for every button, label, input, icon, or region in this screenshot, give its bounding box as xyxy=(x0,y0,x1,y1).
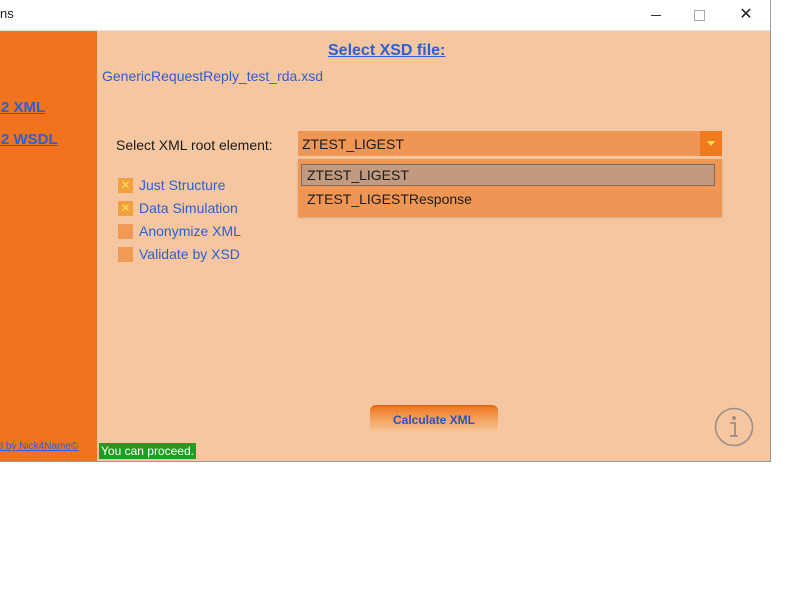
maximize-button[interactable] xyxy=(677,0,721,30)
option-validate-by-xsd[interactable]: Validate by XSD xyxy=(118,245,240,263)
chevron-down-icon xyxy=(707,141,715,146)
sidebar-link-xsd-to-wsdl[interactable]: D 2 WSDL xyxy=(0,131,58,148)
option-label: Anonymize XML xyxy=(139,223,241,239)
root-element-select[interactable]: ZTEST_LIGEST xyxy=(298,131,722,156)
minimize-button[interactable] xyxy=(634,0,678,30)
close-button[interactable]: ✕ xyxy=(724,0,768,30)
select-xsd-link[interactable]: Select XSD file: xyxy=(328,42,445,60)
status-message: You can proceed. xyxy=(99,443,196,459)
calculate-xml-button[interactable]: Calculate XML xyxy=(370,405,498,433)
xsd-file-name: GenericRequestReply_test_rda.xsd xyxy=(102,68,324,84)
checkbox[interactable] xyxy=(118,223,133,239)
window-title: ns xyxy=(0,6,14,21)
root-element-value: ZTEST_LIGEST xyxy=(302,136,404,152)
option-just-structure[interactable]: ✕ Just Structure xyxy=(118,176,225,194)
check-icon[interactable]: ✕ xyxy=(118,177,133,193)
option-label: Validate by XSD xyxy=(139,246,240,262)
option-anonymize-xml[interactable]: Anonymize XML xyxy=(118,222,241,240)
dropdown-option[interactable]: ZTEST_LIGEST xyxy=(301,164,715,186)
sidebar-link-xsd-to-xml[interactable]: D 2 XML xyxy=(0,99,45,116)
credit-link[interactable]: ed by Nick4Name© xyxy=(0,441,78,452)
main-panel: Select XSD file: GenericRequestReply_tes… xyxy=(97,31,770,461)
minimize-icon xyxy=(651,14,661,16)
option-label: Just Structure xyxy=(139,177,226,193)
option-data-simulation[interactable]: ✕ Data Simulation xyxy=(118,199,238,217)
title-bar: ns ✕ xyxy=(0,0,770,31)
close-icon: ✕ xyxy=(739,6,753,23)
root-element-label: Select XML root element: xyxy=(116,137,273,153)
root-element-dropdown: ZTEST_LIGEST ZTEST_LIGESTResponse xyxy=(298,159,722,217)
dropdown-toggle[interactable] xyxy=(700,131,722,156)
option-label: Data Simulation xyxy=(139,200,238,216)
info-icon[interactable] xyxy=(714,407,754,447)
sidebar: D 2 XML D 2 WSDL ed by Nick4Name© xyxy=(0,31,97,461)
checkbox[interactable] xyxy=(118,246,133,262)
check-icon[interactable]: ✕ xyxy=(118,200,133,216)
maximize-icon xyxy=(693,9,705,21)
dropdown-option[interactable]: ZTEST_LIGESTResponse xyxy=(301,188,715,210)
app-window: ns ✕ D 2 XML D 2 WSDL ed by Nick4Name© S… xyxy=(0,0,771,462)
